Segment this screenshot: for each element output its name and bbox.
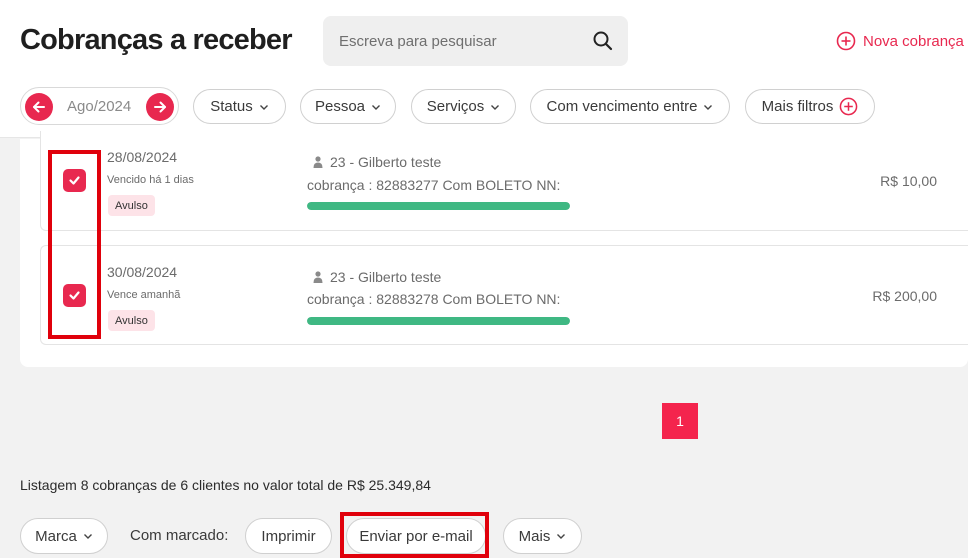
plus-circle-icon bbox=[840, 97, 858, 116]
top-bar: Cobranças a receber Escreva para pesquis… bbox=[0, 0, 968, 138]
more-filters-label: Mais filtros bbox=[761, 98, 834, 115]
status-filter-label: Status bbox=[210, 98, 253, 115]
person-filter-label: Pessoa bbox=[314, 98, 366, 115]
charge-progress-fill bbox=[307, 317, 570, 325]
search-icon[interactable] bbox=[593, 31, 613, 51]
chevron-down-icon bbox=[259, 104, 268, 110]
new-charge-button[interactable]: Nova cobrança bbox=[836, 30, 964, 52]
arrow-left-icon bbox=[33, 101, 45, 113]
charge-date: 28/08/2024 bbox=[107, 149, 178, 165]
page-title: Cobranças a receber bbox=[20, 24, 293, 56]
arrow-right-icon bbox=[154, 101, 166, 113]
month-label: Ago/2024 bbox=[67, 98, 132, 115]
due-between-filter-label: Com vencimento entre bbox=[546, 98, 698, 115]
plus-circle-icon bbox=[836, 31, 856, 51]
person-icon bbox=[313, 156, 323, 168]
charge-type-badge: Avulso bbox=[108, 195, 155, 216]
charge-progress-fill bbox=[307, 202, 570, 210]
charge-amount: R$ 200,00 bbox=[872, 288, 937, 304]
more-filters-button[interactable]: Mais filtros bbox=[745, 89, 875, 124]
month-navigator: Ago/2024 bbox=[20, 87, 179, 125]
charge-date: 30/08/2024 bbox=[107, 264, 178, 280]
charge-client: 23 - Gilberto teste bbox=[313, 269, 441, 285]
charge-client-name: 23 - Gilberto teste bbox=[330, 154, 442, 170]
more-actions-dropdown[interactable]: Mais bbox=[503, 518, 582, 554]
charge-progress-bar bbox=[307, 202, 570, 210]
charge-due-status: Vence amanhã bbox=[107, 289, 181, 301]
services-filter-label: Serviços bbox=[426, 98, 485, 115]
more-actions-label: Mais bbox=[518, 527, 551, 545]
charge-progress-bar bbox=[307, 317, 570, 325]
search-placeholder: Escreva para pesquisar bbox=[339, 33, 497, 50]
services-filter[interactable]: Serviços bbox=[411, 89, 516, 124]
checkbox-highlight-box bbox=[48, 150, 101, 339]
charge-amount: R$ 10,00 bbox=[880, 173, 937, 189]
chevron-down-icon bbox=[704, 104, 713, 110]
pagination-page-button[interactable]: 1 bbox=[662, 403, 698, 439]
with-marked-label: Com marcado: bbox=[130, 527, 229, 544]
new-charge-label: Nova cobrança bbox=[863, 32, 964, 50]
listing-summary: Listagem 8 cobranças de 6 clientes no va… bbox=[20, 477, 431, 493]
print-button[interactable]: Imprimir bbox=[245, 518, 332, 554]
charge-description: cobrança : 82883277 Com BOLETO NN: bbox=[307, 177, 561, 193]
search-input[interactable]: Escreva para pesquisar bbox=[323, 16, 628, 66]
person-icon bbox=[313, 271, 323, 283]
chevron-down-icon bbox=[83, 534, 92, 539]
previous-month-button[interactable] bbox=[25, 93, 53, 121]
print-button-label: Imprimir bbox=[261, 527, 316, 545]
charge-description: cobrança : 82883278 Com BOLETO NN: bbox=[307, 291, 561, 307]
charge-client-name: 23 - Gilberto teste bbox=[330, 269, 442, 285]
chevron-down-icon bbox=[372, 104, 381, 110]
charge-type-badge: Avulso bbox=[108, 310, 155, 331]
charge-due-status: Vencido há 1 dias bbox=[107, 174, 194, 186]
chevron-down-icon bbox=[491, 104, 500, 110]
mark-dropdown-label: Marca bbox=[35, 527, 77, 545]
chevron-down-icon bbox=[557, 534, 566, 539]
email-highlight-box bbox=[340, 512, 489, 558]
person-filter[interactable]: Pessoa bbox=[300, 89, 396, 124]
status-filter[interactable]: Status bbox=[193, 89, 286, 124]
charge-client: 23 - Gilberto teste bbox=[313, 154, 441, 170]
due-between-filter[interactable]: Com vencimento entre bbox=[530, 89, 730, 124]
mark-dropdown[interactable]: Marca bbox=[20, 518, 108, 554]
next-month-button[interactable] bbox=[146, 93, 174, 121]
